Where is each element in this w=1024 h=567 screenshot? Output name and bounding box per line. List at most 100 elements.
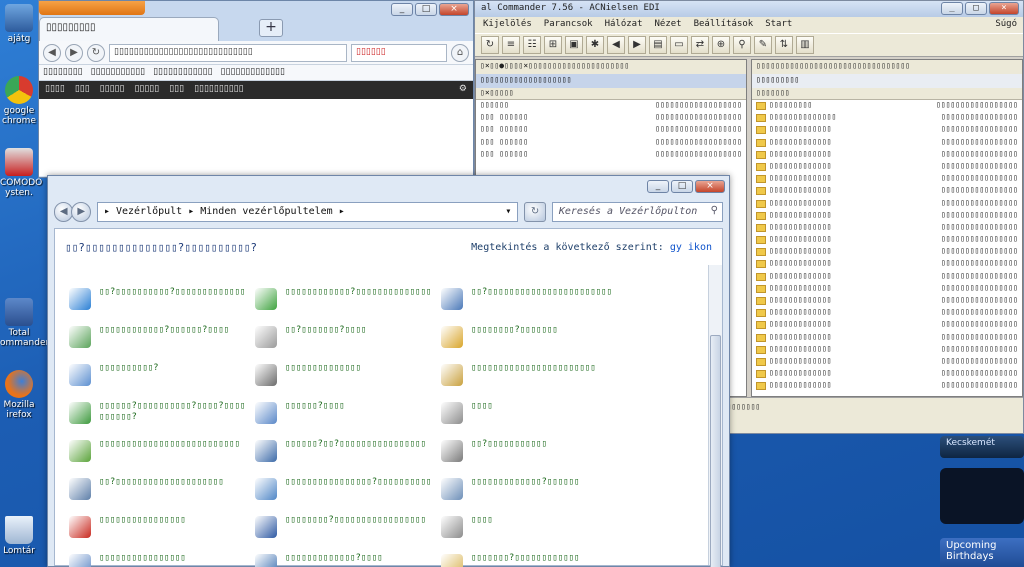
refresh-icon[interactable]: ↻ (481, 36, 499, 54)
control-panel-item[interactable]: ▯▯?▯▯▯▯▯▯▯▯▯▯?▯▯▯▯▯▯▯▯▯▯▯▯▯ (61, 285, 247, 317)
control-panel-item[interactable]: ▯▯▯▯▯▯▯▯▯▯▯▯?▯▯▯▯▯▯▯▯▯▯▯▯▯▯ (247, 285, 433, 317)
maximize-icon[interactable]: □ (965, 2, 987, 15)
file-row[interactable]: ▯▯▯ ▯▯▯▯▯▯ ▯▯▯▯▯▯▯▯▯▯▯▯▯▯▯▯▯▯ (476, 149, 746, 161)
close-icon[interactable]: × (989, 2, 1019, 15)
ftp-icon[interactable]: ⇄ (691, 36, 709, 54)
file-list[interactable]: ▯▯▯▯▯▯▯▯▯ ▯▯▯▯▯▯▯▯▯▯▯▯▯▯▯▯▯ ▯▯▯▯▯▯▯▯▯▯▯▯▯▯… (752, 100, 1022, 393)
desktop-icon-computer[interactable]: ajátg (0, 4, 38, 44)
file-row[interactable]: ▯▯▯▯▯▯▯▯▯▯▯▯▯ ▯▯▯▯▯▯▯▯▯▯▯▯▯▯▯▯ (752, 173, 1022, 185)
forward-icon[interactable]: ▶ (71, 202, 91, 222)
nav-link[interactable]: ▯▯▯▯▯ (134, 84, 159, 96)
nav-link[interactable]: ▯▯▯ (169, 84, 184, 96)
nav-link[interactable]: ▯▯▯▯ (45, 84, 65, 96)
control-panel-item[interactable]: ▯▯▯▯▯▯▯?▯▯▯▯▯▯▯▯▯▯▯▯ (433, 551, 619, 567)
gear-icon[interactable]: ⚙ (459, 84, 467, 96)
file-row[interactable]: ▯▯▯▯▯▯▯▯▯▯▯▯▯ ▯▯▯▯▯▯▯▯▯▯▯▯▯▯▯▯ (752, 295, 1022, 307)
close-icon[interactable]: × (695, 180, 725, 193)
desktop-icon-recyclebin[interactable]: Lomtár (0, 516, 38, 556)
back-icon[interactable]: ◀ (43, 43, 61, 62)
menu-item[interactable]: Nézet (655, 19, 682, 31)
control-panel-item[interactable]: ▯▯▯▯ (433, 513, 619, 545)
file-row[interactable]: ▯▯▯▯▯▯▯▯▯▯▯▯▯ ▯▯▯▯▯▯▯▯▯▯▯▯▯▯▯▯ (752, 271, 1022, 283)
browser-tab[interactable]: ▯▯▯▯▯▯▯▯▯ (39, 17, 219, 41)
search-icon[interactable]: ⚲ (733, 36, 751, 54)
column-header[interactable]: ▯▯▯▯▯▯▯ (752, 88, 1022, 100)
forward-icon[interactable]: ▶ (628, 36, 646, 54)
file-row[interactable]: ▯▯▯▯▯▯▯▯▯▯▯▯▯ ▯▯▯▯▯▯▯▯▯▯▯▯▯▯▯▯ (752, 307, 1022, 319)
bookmark-item[interactable]: ▯▯▯▯▯▯▯▯▯▯▯ (91, 67, 145, 78)
control-panel-item[interactable]: ▯▯▯▯▯▯?▯▯▯▯ (247, 399, 433, 431)
control-panel-item[interactable]: ▯▯▯▯▯▯?▯▯?▯▯▯▯▯▯▯▯▯▯▯▯▯▯▯▯ (247, 437, 433, 469)
file-row[interactable]: ▯▯▯▯▯▯▯▯▯▯▯▯▯ ▯▯▯▯▯▯▯▯▯▯▯▯▯▯▯▯ (752, 137, 1022, 149)
full-view-icon[interactable]: ☷ (523, 36, 541, 54)
control-panel-item[interactable]: ▯▯?▯▯▯▯▯▯▯▯▯▯▯▯▯▯▯▯▯▯▯▯▯▯▯ (433, 285, 619, 317)
control-panel-item[interactable]: ▯▯▯▯▯▯▯▯?▯▯▯▯▯▯▯▯▯▯▯▯▯▯▯▯▯ (247, 513, 433, 545)
control-panel-item[interactable]: ▯▯▯▯▯▯▯▯▯▯? (61, 361, 247, 393)
control-panel-item[interactable]: ▯▯▯▯▯▯▯▯▯▯▯▯▯▯▯▯▯▯▯▯▯▯▯▯▯▯ (61, 437, 247, 469)
back-icon[interactable]: ◀ (607, 36, 625, 54)
brief-view-icon[interactable]: ≡ (502, 36, 520, 54)
network-icon[interactable]: ⊕ (712, 36, 730, 54)
file-row[interactable]: ▯▯▯ ▯▯▯▯▯▯ ▯▯▯▯▯▯▯▯▯▯▯▯▯▯▯▯▯▯ (476, 124, 746, 136)
rename-icon[interactable]: ✎ (754, 36, 772, 54)
view-mode-link[interactable]: gy ikon (670, 242, 712, 253)
file-row[interactable]: ▯▯▯▯▯▯▯▯▯▯▯▯▯ ▯▯▯▯▯▯▯▯▯▯▯▯▯▯▯▯ (752, 258, 1022, 270)
file-row[interactable]: ▯▯▯▯▯▯▯▯▯▯▯▯▯ ▯▯▯▯▯▯▯▯▯▯▯▯▯▯▯▯ (752, 319, 1022, 331)
file-row[interactable]: ▯▯▯▯▯▯▯▯▯▯▯▯▯ ▯▯▯▯▯▯▯▯▯▯▯▯▯▯▯▯ (752, 210, 1022, 222)
address-bar[interactable]: ▯▯▯▯▯▯▯▯▯▯▯▯▯▯▯▯▯▯▯▯▯▯▯▯▯▯▯▯ (109, 43, 347, 62)
control-panel-item[interactable]: ▯▯▯▯▯▯▯▯▯▯▯▯▯▯▯▯?▯▯▯▯▯▯▯▯▯▯ (247, 475, 433, 507)
birthdays-gadget[interactable]: Upcoming Birthdays (940, 538, 1024, 567)
file-row[interactable]: ▯▯▯▯▯▯▯▯▯▯▯▯▯ ▯▯▯▯▯▯▯▯▯▯▯▯▯▯▯▯ (752, 368, 1022, 380)
refresh-icon[interactable]: ↻ (524, 202, 546, 222)
chrome-menu-button[interactable] (39, 1, 145, 15)
nav-link[interactable]: ▯▯▯▯▯ (100, 84, 125, 96)
menu-item[interactable]: Kijelölés (483, 19, 532, 31)
file-row[interactable]: ▯▯▯▯▯▯▯▯▯▯▯▯▯ ▯▯▯▯▯▯▯▯▯▯▯▯▯▯▯▯ (752, 380, 1022, 392)
file-row[interactable]: ▯▯▯▯▯▯▯▯▯ ▯▯▯▯▯▯▯▯▯▯▯▯▯▯▯▯▯ (752, 100, 1022, 112)
minimize-icon[interactable]: _ (391, 3, 413, 16)
forward-icon[interactable]: ▶ (65, 43, 83, 62)
path-bar[interactable]: ▯▯▯▯▯▯▯▯▯▯▯▯▯▯▯▯▯▯▯ (476, 74, 746, 88)
notepad-icon[interactable]: ▥ (796, 36, 814, 54)
address-bar[interactable]: ▸ Vezérlőpult ▸ Minden vezérlőpultelem ▸… (96, 202, 519, 222)
right-panel[interactable]: ▯▯▯▯▯▯▯▯▯▯▯▯▯▯▯▯▯▯▯▯▯▯▯▯▯▯▯▯▯▯▯▯ ▯▯▯▯▯▯▯… (751, 59, 1023, 397)
bookmark-item[interactable]: ▯▯▯▯▯▯▯▯ (43, 67, 83, 78)
menu-item[interactable]: Start (765, 19, 792, 31)
maximize-icon[interactable]: □ (671, 180, 693, 193)
file-list[interactable]: ▯▯▯▯▯▯ ▯▯▯▯▯▯▯▯▯▯▯▯▯▯▯▯▯▯ ▯▯▯ ▯▯▯▯▯▯ ▯▯▯▯▯▯… (476, 100, 746, 161)
tree-icon[interactable]: ⊞ (544, 36, 562, 54)
file-row[interactable]: ▯▯▯▯▯▯▯▯▯▯▯▯▯ ▯▯▯▯▯▯▯▯▯▯▯▯▯▯▯▯ (752, 356, 1022, 368)
file-row[interactable]: ▯▯▯▯▯▯▯▯▯▯▯▯▯ ▯▯▯▯▯▯▯▯▯▯▯▯▯▯▯▯ (752, 246, 1022, 258)
desktop-icon-comodo[interactable]: COMODO ysten. (0, 148, 42, 198)
breadcrumb-item[interactable]: Minden vezérlőpultelem (200, 206, 332, 218)
folder-icon[interactable]: ▭ (670, 36, 688, 54)
menu-item[interactable]: Hálózat (605, 19, 643, 31)
control-panel-item[interactable]: ▯▯▯▯▯▯▯▯▯▯▯▯▯▯▯▯ (61, 551, 247, 567)
file-row[interactable]: ▯▯▯▯▯▯▯▯▯▯▯▯▯ ▯▯▯▯▯▯▯▯▯▯▯▯▯▯▯▯ (752, 234, 1022, 246)
minimize-icon[interactable]: _ (941, 2, 963, 15)
home-icon[interactable]: ⌂ (451, 43, 469, 62)
control-panel-item[interactable]: ▯▯▯▯▯▯▯▯?▯▯▯▯▯▯▯ (433, 323, 619, 355)
search-input[interactable]: Keresés a Vezérlőpulton ⚲ (551, 202, 723, 222)
file-row[interactable]: ▯▯▯▯▯▯▯▯▯▯▯▯▯ ▯▯▯▯▯▯▯▯▯▯▯▯▯▯▯▯ (752, 222, 1022, 234)
scrollbar-thumb[interactable] (710, 335, 721, 567)
control-panel-item[interactable]: ▯▯▯▯ (433, 399, 619, 431)
menu-item[interactable]: Beállítások (694, 19, 754, 31)
file-row[interactable]: ▯▯▯▯▯▯▯▯▯▯▯▯▯ ▯▯▯▯▯▯▯▯▯▯▯▯▯▯▯▯ (752, 149, 1022, 161)
file-row[interactable]: ▯▯▯▯▯▯▯▯▯▯▯▯▯▯ ▯▯▯▯▯▯▯▯▯▯▯▯▯▯▯▯ (752, 112, 1022, 124)
bookmark-item[interactable]: ▯▯▯▯▯▯▯▯▯▯▯▯▯ (221, 67, 285, 78)
menu-item[interactable]: Parancsok (544, 19, 593, 31)
column-header[interactable]: ▯×▯▯▯▯▯ (476, 88, 746, 100)
control-panel-item[interactable]: ▯▯▯▯▯▯▯▯▯▯▯▯▯▯▯▯ (61, 513, 247, 545)
new-tab-button[interactable]: + (259, 19, 283, 37)
file-row[interactable]: ▯▯▯▯▯▯▯▯▯▯▯▯▯ ▯▯▯▯▯▯▯▯▯▯▯▯▯▯▯▯ (752, 332, 1022, 344)
control-panel-item[interactable]: ▯▯?▯▯▯▯▯▯▯▯▯▯▯ (433, 437, 619, 469)
maximize-icon[interactable]: □ (415, 3, 437, 16)
path-bar[interactable]: ▯▯▯▯▯▯▯▯▯ (752, 74, 1022, 88)
menu-item-help[interactable]: Súgó (995, 19, 1017, 29)
breadcrumb-item[interactable]: Vezérlőpult (116, 206, 182, 218)
control-panel-item[interactable]: ▯▯?▯▯▯▯▯▯▯?▯▯▯▯ (247, 323, 433, 355)
file-row[interactable]: ▯▯▯▯▯▯▯▯▯▯▯▯▯ ▯▯▯▯▯▯▯▯▯▯▯▯▯▯▯▯ (752, 124, 1022, 136)
file-row[interactable]: ▯▯▯▯▯▯▯▯▯▯▯▯▯ ▯▯▯▯▯▯▯▯▯▯▯▯▯▯▯▯ (752, 283, 1022, 295)
file-row[interactable]: ▯▯▯ ▯▯▯▯▯▯ ▯▯▯▯▯▯▯▯▯▯▯▯▯▯▯▯▯▯ (476, 112, 746, 124)
